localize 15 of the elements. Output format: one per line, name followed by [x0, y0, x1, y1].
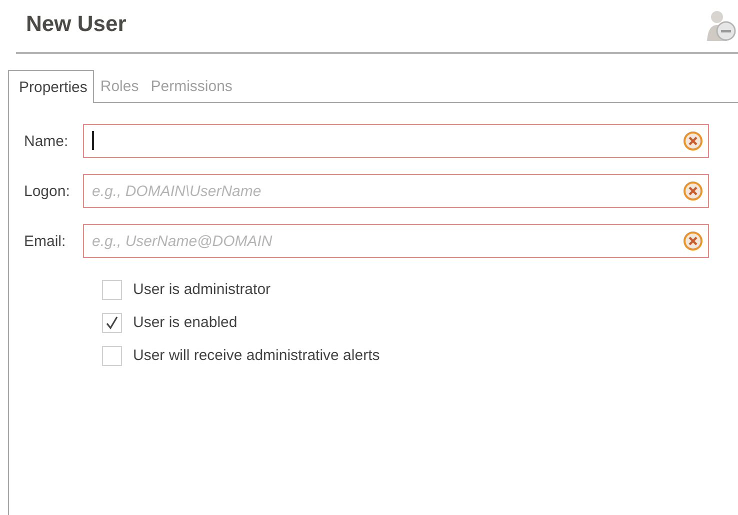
- input-field[interactable]: e.g., DOMAIN\UserName: [83, 174, 709, 208]
- field-label: Email:: [23, 232, 67, 250]
- user-remove-icon[interactable]: [706, 9, 736, 43]
- checkbox[interactable]: [102, 346, 122, 366]
- page-title: New User: [26, 11, 126, 37]
- field-label: Logon:: [23, 182, 71, 200]
- field-label: Name:: [23, 132, 70, 150]
- checkbox-label: User is enabled: [133, 314, 238, 331]
- tab[interactable]: Properties: [8, 70, 94, 103]
- checkbox[interactable]: [102, 312, 122, 332]
- checkbox-label: User is administrator: [133, 281, 271, 298]
- input-field[interactable]: e.g., UserName@DOMAIN: [83, 224, 709, 258]
- checkbox-label: User will receive administrative alerts: [133, 347, 380, 364]
- input-field[interactable]: [83, 124, 709, 158]
- checkbox[interactable]: [102, 280, 122, 300]
